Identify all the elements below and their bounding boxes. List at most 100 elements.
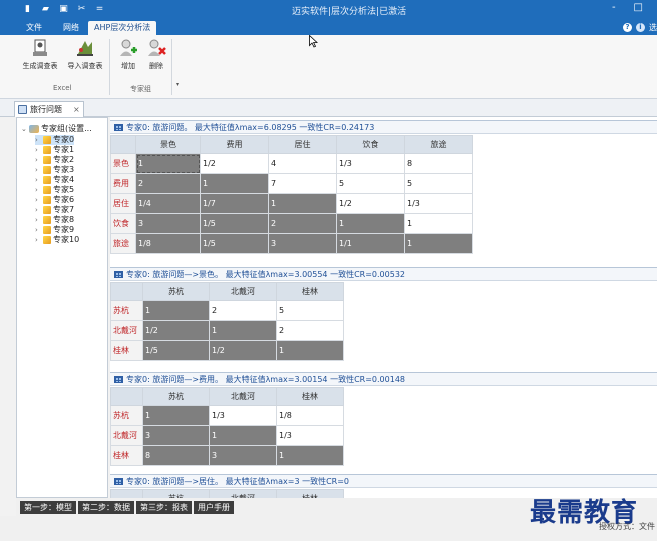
- matrix-cell[interactable]: 1: [209, 320, 277, 341]
- matrix-cell[interactable]: 1: [135, 153, 201, 174]
- tab-right-text[interactable]: 选: [649, 22, 657, 33]
- tree-item-expert[interactable]: › 专家6: [35, 195, 74, 205]
- step-data-tab[interactable]: 第二步：数据: [78, 500, 134, 514]
- add-expert-button[interactable]: 增加: [118, 38, 138, 71]
- group-separator: [171, 39, 172, 95]
- generate-survey-label: 生成调查表: [22, 62, 58, 70]
- matrix-row: 苏杭 1 1/3 1/8: [110, 405, 344, 426]
- row-header: 饮食: [110, 213, 136, 234]
- chevron-right-icon[interactable]: ›: [35, 195, 41, 205]
- import-survey-button[interactable]: 导入调查表: [66, 38, 104, 71]
- maximize-button[interactable]: □: [634, 2, 643, 13]
- matrix-cell[interactable]: 7: [268, 173, 337, 194]
- matrix-cell[interactable]: 2: [135, 173, 201, 194]
- matrix-cell[interactable]: 1: [142, 405, 210, 426]
- chevron-right-icon[interactable]: ›: [35, 225, 41, 235]
- matrix-cell[interactable]: 3: [209, 445, 277, 466]
- matrix-cell[interactable]: 2: [209, 300, 277, 321]
- step-model-tab[interactable]: 第一步：模型: [20, 500, 76, 514]
- tools-icon[interactable]: ✂: [76, 3, 87, 15]
- tree-root-expert-group[interactable]: ⌄ 专家组(设置...: [21, 124, 92, 134]
- tree-item-expert[interactable]: › 专家4: [35, 175, 74, 185]
- dropdown-icon[interactable]: =: [94, 3, 105, 15]
- matrix-cell[interactable]: 1: [142, 300, 210, 321]
- matrix-cell[interactable]: 1: [276, 340, 344, 361]
- step-report-tab[interactable]: 第三步：报表: [136, 500, 192, 514]
- matrix-cell[interactable]: 1: [200, 173, 269, 194]
- column-header: 桂林: [276, 489, 344, 498]
- tree-item-expert[interactable]: › 专家3: [35, 165, 74, 175]
- matrix-cell[interactable]: 3: [142, 425, 210, 446]
- minimize-button[interactable]: -: [612, 2, 616, 13]
- chevron-right-icon[interactable]: ›: [35, 215, 41, 225]
- tree-item-label: 专家5: [53, 185, 75, 194]
- tab-network[interactable]: 网络: [57, 21, 85, 35]
- tree-item-expert[interactable]: › 专家1: [35, 145, 74, 155]
- matrix-cell[interactable]: 1/3: [209, 405, 277, 426]
- matrix-cell[interactable]: 1/2: [336, 193, 405, 214]
- chevron-right-icon[interactable]: ›: [35, 155, 41, 165]
- matrix-cell[interactable]: 1/7: [200, 193, 269, 214]
- tab-file[interactable]: 文件: [20, 21, 48, 35]
- tree-item-expert[interactable]: › 专家0: [35, 135, 75, 145]
- close-icon[interactable]: ×: [73, 105, 80, 114]
- chevron-down-icon[interactable]: ⌄: [21, 124, 27, 134]
- matrix-cell[interactable]: 1/1: [336, 233, 405, 254]
- matrix-row: 景色 1 1/2 4 1/3 8: [110, 153, 473, 174]
- matrix-cell[interactable]: 1/8: [135, 233, 201, 254]
- matrix-cell[interactable]: 1/5: [142, 340, 210, 361]
- chevron-right-icon[interactable]: ›: [35, 205, 41, 215]
- chevron-right-icon[interactable]: ›: [35, 165, 41, 175]
- user-manual-tab[interactable]: 用户手册: [194, 500, 234, 514]
- matrix-header: 专家0: 旅游问题—>景色。 最大特征值λmax=3.00554 一致性CR=0…: [110, 267, 657, 281]
- chevron-right-icon[interactable]: ›: [35, 135, 41, 145]
- help-icon[interactable]: ?: [623, 23, 632, 32]
- chevron-right-icon[interactable]: ›: [35, 235, 41, 245]
- info-icon[interactable]: i: [636, 23, 645, 32]
- matrix-cell[interactable]: 5: [276, 300, 344, 321]
- matrix-cell[interactable]: 3: [268, 233, 337, 254]
- matrix-cell[interactable]: 8: [404, 153, 473, 174]
- matrix-cell[interactable]: 8: [142, 445, 210, 466]
- tree-item-expert[interactable]: › 专家5: [35, 185, 74, 195]
- matrix-cell[interactable]: 1/2: [209, 340, 277, 361]
- matrix-cell[interactable]: 1/8: [276, 405, 344, 426]
- chevron-right-icon[interactable]: ›: [35, 175, 41, 185]
- doc-tab-travel[interactable]: 旅行问题 ×: [14, 101, 84, 117]
- matrix-cell[interactable]: 1: [209, 425, 277, 446]
- matrix-cell[interactable]: 1: [276, 445, 344, 466]
- table-grid-icon: [114, 376, 123, 383]
- matrix-cell[interactable]: 5: [336, 173, 405, 194]
- generate-survey-button[interactable]: 生成调查表: [22, 38, 58, 71]
- chevron-right-icon[interactable]: ›: [35, 145, 41, 155]
- tree-item-expert[interactable]: › 专家10: [35, 235, 79, 245]
- matrix-cell[interactable]: 1: [336, 213, 405, 234]
- save-icon[interactable]: ▣: [58, 3, 69, 15]
- chevron-right-icon[interactable]: ›: [35, 185, 41, 195]
- remove-expert-button[interactable]: 删除: [146, 38, 166, 71]
- matrix-cell[interactable]: 1/3: [336, 153, 405, 174]
- open-folder-icon[interactable]: ▰: [40, 3, 51, 15]
- matrix-cell[interactable]: 1/2: [200, 153, 269, 174]
- tree-item-expert[interactable]: › 专家8: [35, 215, 74, 225]
- matrix-cell[interactable]: 1: [404, 213, 473, 234]
- matrix-cell[interactable]: 1/2: [142, 320, 210, 341]
- new-file-icon[interactable]: ▮: [22, 3, 33, 15]
- matrix-cell[interactable]: 1: [404, 233, 473, 254]
- matrix-cell[interactable]: 5: [404, 173, 473, 194]
- ribbon-collapse-icon[interactable]: ▾: [176, 81, 179, 88]
- matrix-cell[interactable]: 3: [135, 213, 201, 234]
- matrix-cell[interactable]: 2: [268, 213, 337, 234]
- matrix-cell[interactable]: 1/5: [200, 213, 269, 234]
- matrix-cell[interactable]: 4: [268, 153, 337, 174]
- matrix-cell[interactable]: 1/3: [276, 425, 344, 446]
- tree-item-expert[interactable]: › 专家9: [35, 225, 74, 235]
- tree-item-expert[interactable]: › 专家2: [35, 155, 74, 165]
- matrix-cell[interactable]: 1/5: [200, 233, 269, 254]
- matrix-cell[interactable]: 1: [268, 193, 337, 214]
- matrix-cell[interactable]: 2: [276, 320, 344, 341]
- tab-ahp[interactable]: AHP层次分析法: [88, 21, 157, 35]
- tree-item-expert[interactable]: › 专家7: [35, 205, 74, 215]
- matrix-cell[interactable]: 1/3: [404, 193, 473, 214]
- matrix-cell[interactable]: 1/4: [135, 193, 201, 214]
